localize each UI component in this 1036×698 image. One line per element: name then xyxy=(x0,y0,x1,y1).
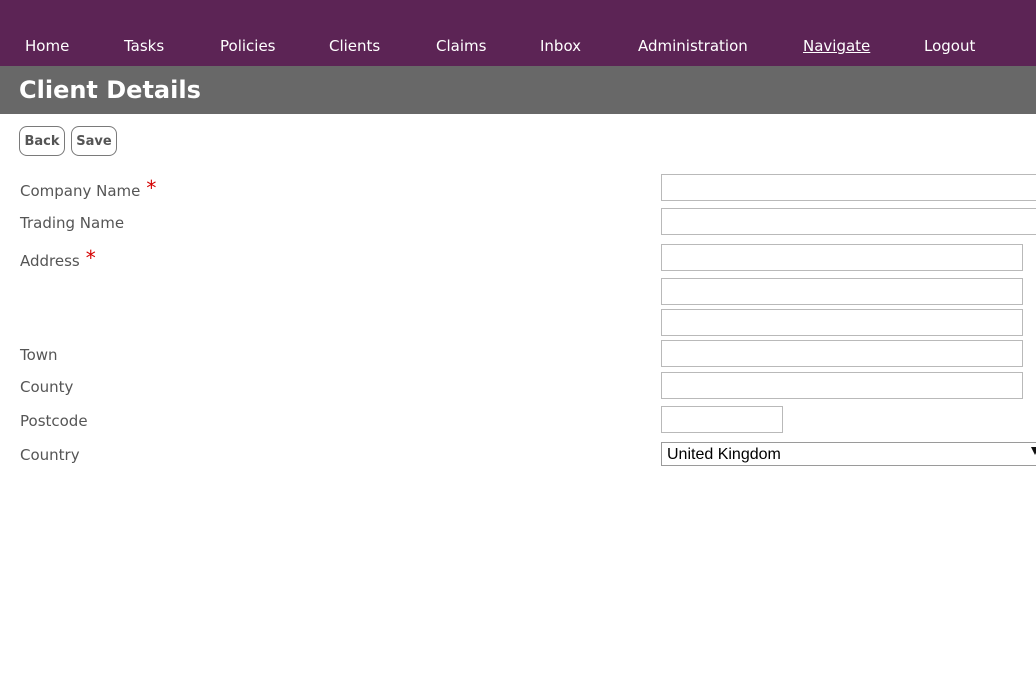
required-marker: * xyxy=(146,176,157,200)
required-marker: * xyxy=(85,246,96,270)
country-select[interactable]: United Kingdom xyxy=(661,442,1036,466)
company-name-label: Company Name * xyxy=(20,176,157,201)
county-label: County xyxy=(20,378,74,396)
county-input[interactable] xyxy=(661,372,1023,399)
nav-inbox[interactable]: Inbox xyxy=(540,36,581,56)
nav-claims[interactable]: Claims xyxy=(436,36,486,56)
top-navigation: Home Tasks Policies Clients Claims Inbox… xyxy=(0,0,1036,66)
address-label-text: Address xyxy=(20,252,80,270)
postcode-label: Postcode xyxy=(20,412,88,430)
trading-name-label: Trading Name xyxy=(20,214,125,232)
save-button[interactable]: Save xyxy=(71,126,117,156)
town-label: Town xyxy=(20,346,58,364)
town-input[interactable] xyxy=(661,340,1023,367)
company-name-input[interactable] xyxy=(661,174,1036,201)
country-selected-value: United Kingdom xyxy=(667,446,781,463)
back-button[interactable]: Back xyxy=(19,126,65,156)
address-line-2-input[interactable] xyxy=(661,278,1023,305)
chevron-down-icon xyxy=(1031,447,1036,455)
nav-home[interactable]: Home xyxy=(25,36,69,56)
postcode-input[interactable] xyxy=(661,406,783,433)
address-line-1-input[interactable] xyxy=(661,244,1023,271)
nav-navigate[interactable]: Navigate xyxy=(803,36,870,56)
trading-name-input[interactable] xyxy=(661,208,1036,235)
page-title: Client Details xyxy=(19,76,201,104)
address-label: Address * xyxy=(20,246,96,271)
company-name-label-text: Company Name xyxy=(20,182,141,200)
nav-policies[interactable]: Policies xyxy=(220,36,275,56)
country-label: Country xyxy=(20,446,80,464)
nav-clients[interactable]: Clients xyxy=(329,36,380,56)
nav-logout[interactable]: Logout xyxy=(924,36,975,56)
address-line-3-input[interactable] xyxy=(661,309,1023,336)
nav-tasks[interactable]: Tasks xyxy=(124,36,164,56)
nav-administration[interactable]: Administration xyxy=(638,36,748,56)
page-title-bar: Client Details xyxy=(0,66,1036,114)
